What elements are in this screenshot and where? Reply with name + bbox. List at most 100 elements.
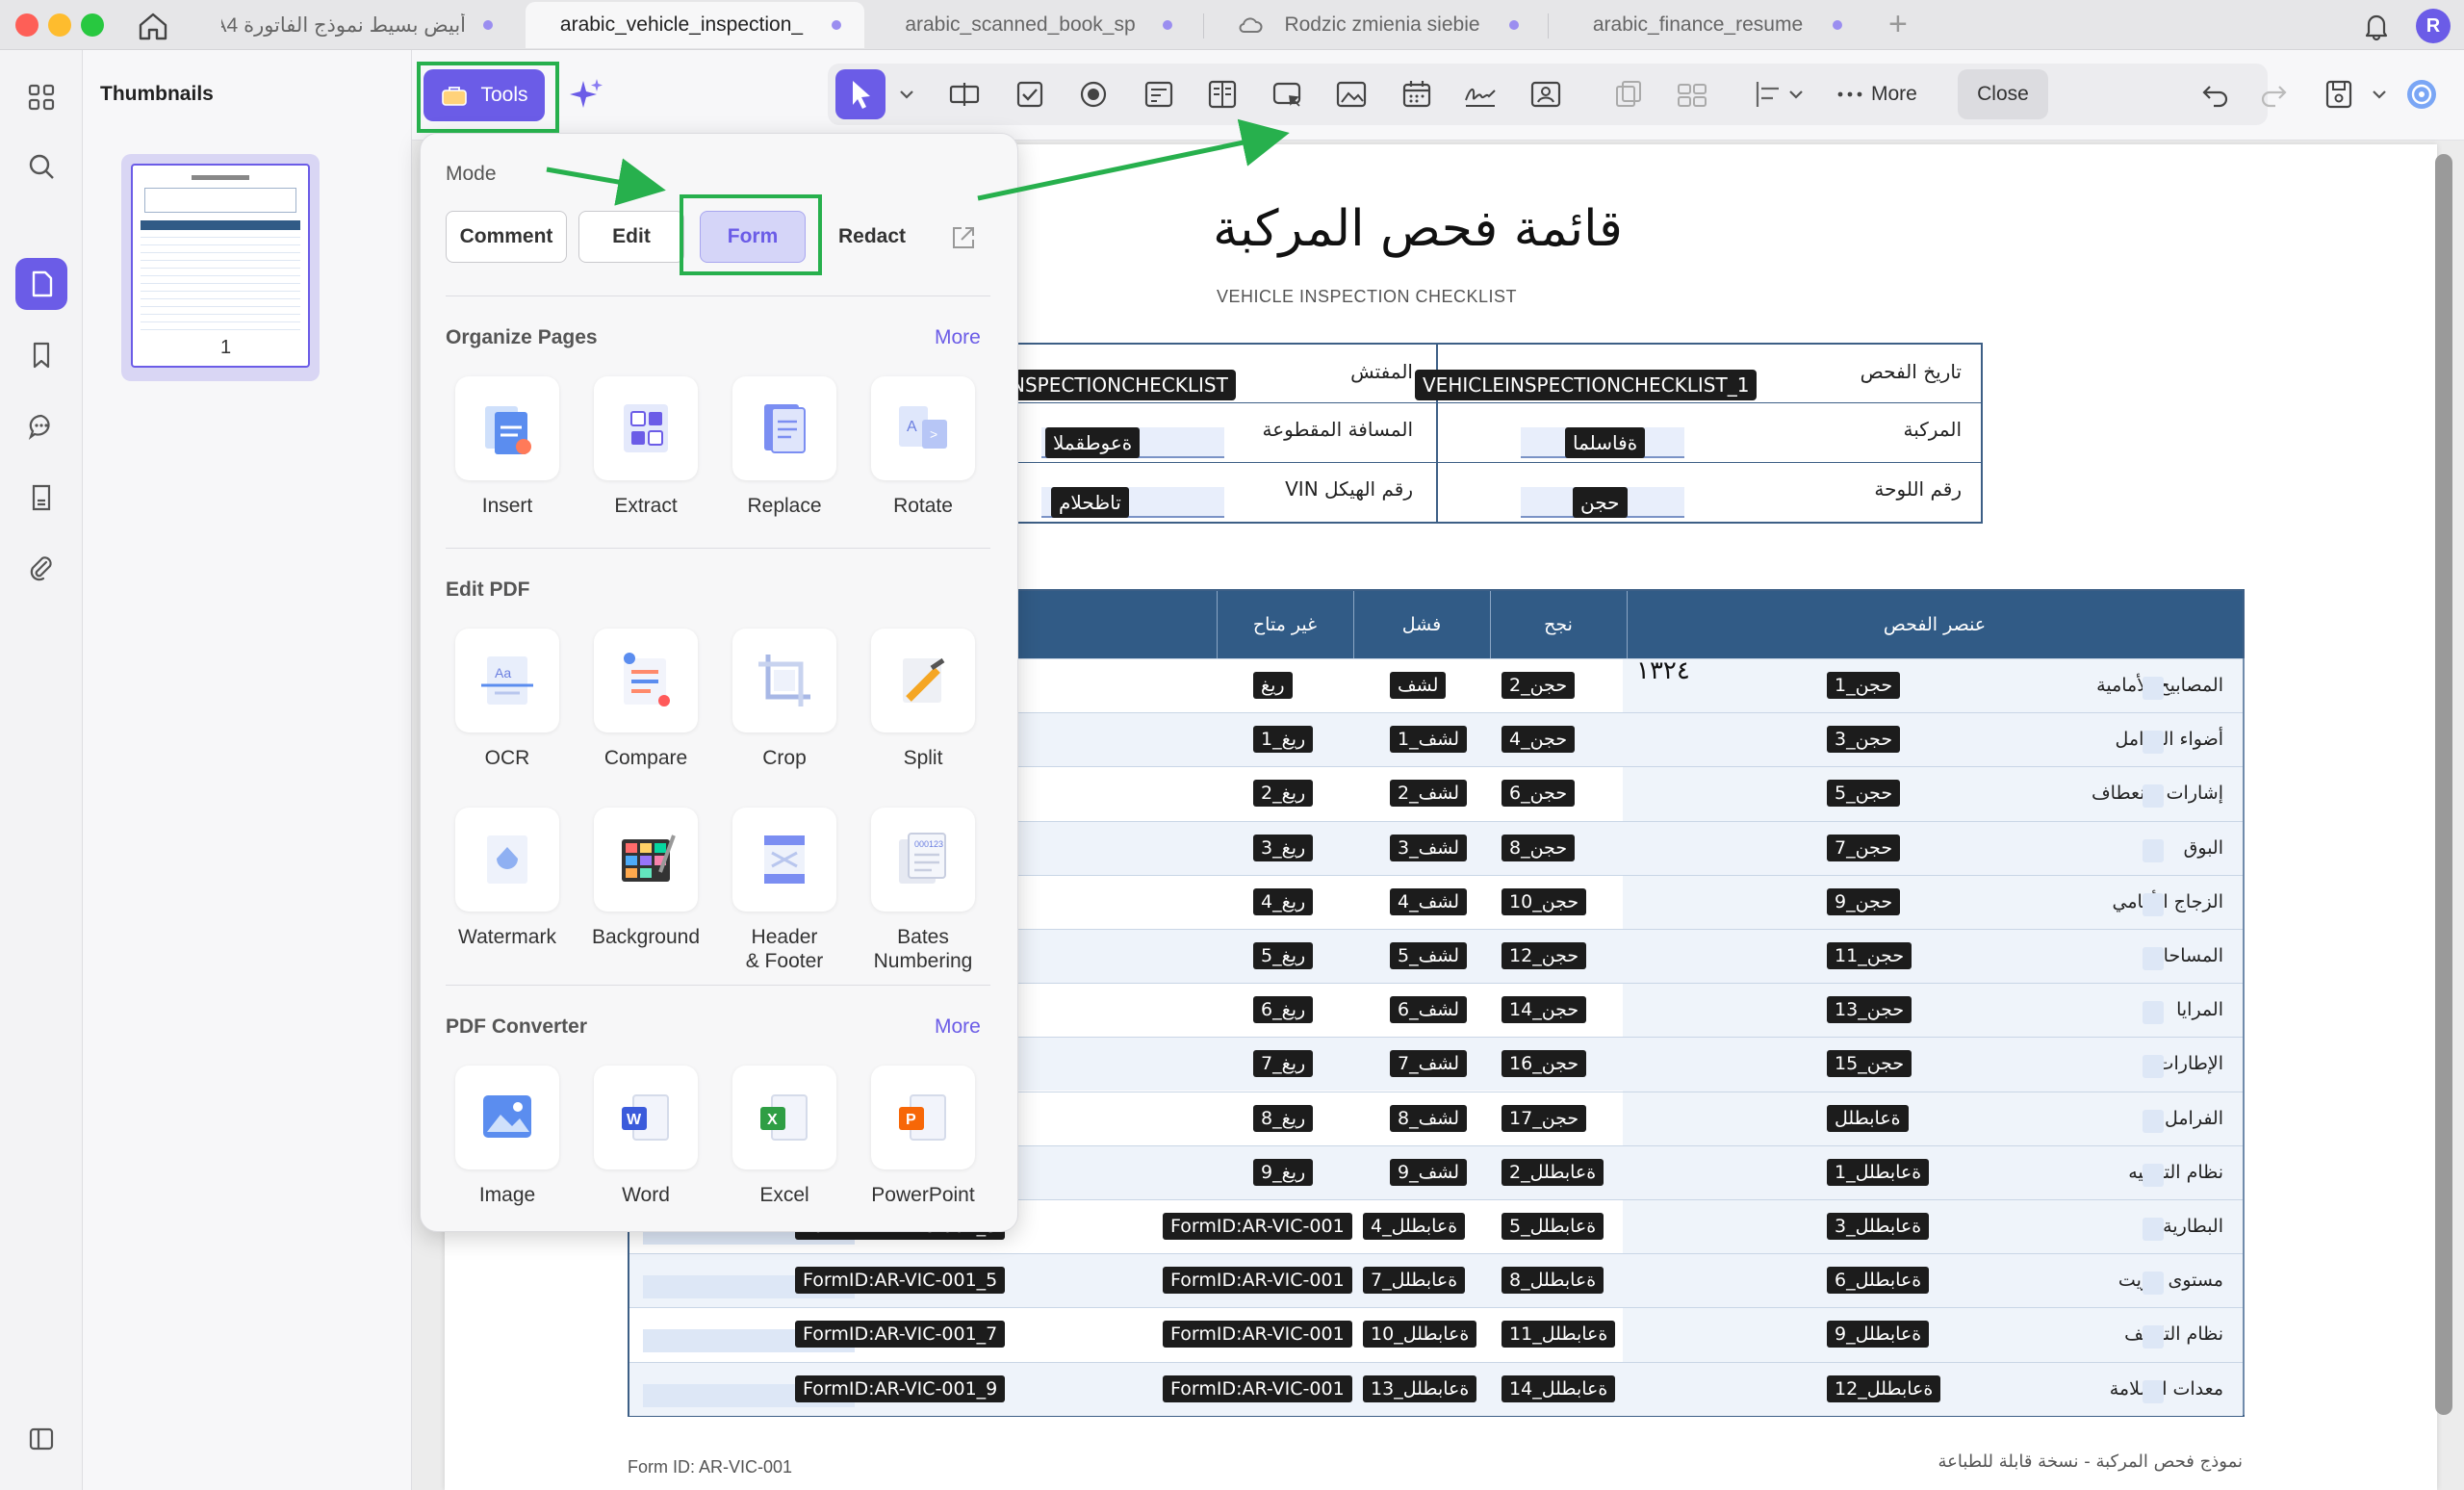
vin-field[interactable]: تاظحلام (1051, 487, 1129, 518)
more-button[interactable]: More (1871, 83, 1917, 106)
chevron-down-icon[interactable] (889, 77, 924, 112)
na-field[interactable]: FormID:AR-VIC-001 (1163, 1374, 1352, 1402)
fail-field[interactable]: ةعابطلل_7 (1363, 1267, 1466, 1295)
item-checkbox[interactable] (2143, 838, 2164, 862)
item-field[interactable]: ةعابطلل_1 (1827, 1158, 1930, 1186)
mileage-field[interactable]: ةعوطقملا (1045, 427, 1141, 458)
fail-field[interactable]: لشف_9 (1390, 1158, 1468, 1186)
pass-field[interactable]: ةعابطلل_11 (1502, 1321, 1616, 1349)
sparkle-icon[interactable] (566, 75, 606, 116)
item-checkbox[interactable] (2143, 1055, 2164, 1079)
signature-icon[interactable] (1463, 77, 1498, 112)
list-box-icon[interactable] (1205, 77, 1240, 112)
inspector-field[interactable]: NSPECTIONCHECKLIST (1003, 370, 1236, 400)
mode-edit-button[interactable]: Edit (578, 211, 684, 263)
split-tool[interactable]: Split (856, 629, 990, 770)
pass-field[interactable]: ةعابطلل_2 (1502, 1158, 1604, 1186)
chevron-down-icon[interactable] (2362, 77, 2397, 112)
item-checkbox[interactable] (2143, 892, 2164, 916)
item-checkbox[interactable] (2143, 1218, 2164, 1241)
item-field[interactable]: حجن_3 (1827, 726, 1901, 754)
fail-field[interactable]: ةعابطلل_4 (1363, 1213, 1466, 1240)
comments-button[interactable] (15, 400, 67, 452)
tab-close-dot[interactable] (1163, 20, 1172, 30)
insert-tool[interactable]: Insert (440, 376, 575, 518)
compare-tool[interactable]: Compare (578, 629, 713, 770)
fail-field[interactable]: لشف_6 (1390, 996, 1468, 1024)
save-icon[interactable] (2322, 77, 2356, 112)
na-field[interactable]: FormID:AR-VIC-001 (1163, 1321, 1352, 1349)
zoom-window-button[interactable] (81, 13, 104, 37)
item-checkbox[interactable] (2143, 731, 2164, 755)
tab-close-dot[interactable] (483, 20, 493, 30)
pass-field[interactable]: حجن_12 (1502, 942, 1587, 969)
image-converter-tool[interactable]: Image (440, 1066, 575, 1207)
rotate-tool[interactable]: A > Rotate (856, 376, 990, 518)
bates-numbering-tool[interactable]: 000123 Bates Numbering (856, 808, 990, 973)
extract-tool[interactable]: Extract (578, 376, 713, 518)
pass-field[interactable]: حجن_16 (1502, 1050, 1587, 1078)
fail-field[interactable]: ةعابطلل_10 (1363, 1321, 1477, 1349)
na-field[interactable]: ريغ_6 (1253, 996, 1314, 1024)
pass-field[interactable]: ةعابطلل_14 (1502, 1374, 1616, 1402)
pass-field[interactable]: حجن_17 (1502, 1104, 1587, 1132)
tab-vehicle-inspection[interactable]: arabic_vehicle_inspection_ (526, 2, 864, 48)
item-field[interactable]: ةعابطلل_3 (1827, 1213, 1930, 1240)
chevron-down-icon[interactable] (1779, 77, 1813, 112)
mode-comment-button[interactable]: Comment (446, 211, 567, 263)
item-checkbox[interactable] (2143, 1001, 2164, 1025)
home-icon[interactable] (135, 8, 171, 44)
item-field[interactable]: ةعابطلل (1827, 1104, 1909, 1132)
vehicle-field[interactable]: ةفاسلما (1565, 427, 1646, 458)
pass-field[interactable]: حجن_14 (1502, 996, 1587, 1024)
pass-field[interactable]: ةعابطلل_5 (1502, 1213, 1604, 1240)
fail-field[interactable]: لشف_2 (1390, 780, 1468, 808)
undo-icon[interactable] (2198, 77, 2233, 112)
item-field[interactable]: ةعابطلل_9 (1827, 1321, 1930, 1349)
watermark-tool[interactable]: Watermark (440, 808, 575, 949)
fail-field[interactable]: لشف_1 (1390, 726, 1468, 754)
text-field-icon[interactable] (947, 77, 982, 112)
na-field[interactable]: ريغ_8 (1253, 1104, 1314, 1132)
converter-more-link[interactable]: More (935, 1015, 981, 1039)
more-dots-icon[interactable] (1833, 77, 1867, 112)
tab-close-dot[interactable] (832, 20, 841, 30)
add-tab-button[interactable]: + (1888, 6, 1908, 42)
bell-icon[interactable] (2360, 10, 2393, 42)
ai-assistant-icon[interactable] (2404, 77, 2439, 112)
stamp-button[interactable] (15, 472, 67, 524)
item-checkbox[interactable] (2143, 784, 2164, 809)
fail-field[interactable]: لشف_8 (1390, 1104, 1468, 1132)
bookmarks-button[interactable] (15, 329, 67, 381)
close-window-button[interactable] (15, 13, 38, 37)
tab-rodzic[interactable]: Rodzic zmienia siebie (1215, 2, 1542, 48)
item-field[interactable]: حجن_5 (1827, 780, 1901, 808)
na-field[interactable]: ريغ_3 (1253, 834, 1314, 861)
na-field[interactable]: ريغ_7 (1253, 1050, 1314, 1078)
item-field[interactable]: حجن_1 (1827, 672, 1901, 699)
item-checkbox[interactable] (2143, 947, 2164, 970)
tab-close-dot[interactable] (1833, 20, 1842, 30)
item-checkbox[interactable] (2143, 1163, 2164, 1187)
na-field[interactable]: ريغ_1 (1253, 726, 1314, 754)
pass-field[interactable]: حجن_2 (1502, 672, 1576, 699)
na-field[interactable]: ريغ_2 (1253, 780, 1314, 808)
fail-field[interactable]: لشف_3 (1390, 834, 1468, 861)
extra-field[interactable]: FormID:AR-VIC-001_5 (795, 1267, 1006, 1295)
close-button[interactable]: Close (1958, 69, 2048, 119)
na-field[interactable]: ريغ_5 (1253, 942, 1314, 969)
item-field[interactable]: ةعابطلل_6 (1827, 1267, 1930, 1295)
external-link-icon[interactable] (948, 222, 979, 253)
grid-layout-icon[interactable] (1675, 77, 1709, 112)
minimize-window-button[interactable] (48, 13, 71, 37)
fail-field[interactable]: لشف_5 (1390, 942, 1468, 969)
pass-field[interactable]: حجن_8 (1502, 834, 1576, 861)
item-checkbox[interactable] (2143, 1325, 2164, 1349)
combo-box-icon[interactable] (1142, 77, 1176, 112)
plate-field[interactable]: حجن (1573, 487, 1628, 518)
radio-button-icon[interactable] (1076, 77, 1111, 112)
item-checkbox[interactable] (2143, 1379, 2164, 1403)
na-field[interactable]: FormID:AR-VIC-001 (1163, 1267, 1352, 1295)
select-tool-button[interactable] (835, 69, 886, 119)
background-tool[interactable]: Background (578, 808, 713, 949)
